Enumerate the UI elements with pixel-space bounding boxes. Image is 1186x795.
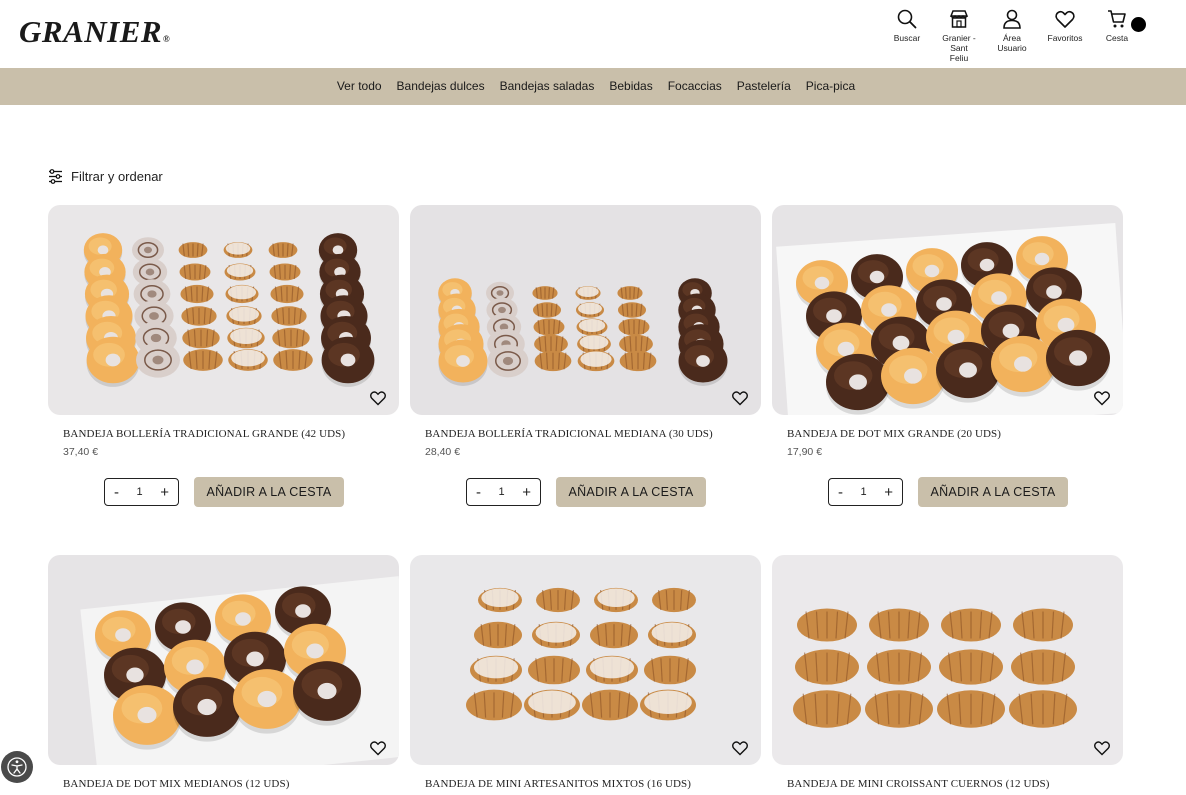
favorites-button[interactable]: Favoritos	[1038, 8, 1092, 43]
product-name[interactable]: BANDEJA DE DOT MIX MEDIANOS (12 UDS)	[63, 778, 399, 790]
category-nav: Ver todo Bandejas dulces Bandejas salada…	[0, 68, 1186, 105]
accessibility-button[interactable]	[1, 751, 33, 783]
favorite-heart-icon[interactable]	[731, 389, 749, 407]
user-icon	[1003, 9, 1021, 29]
add-to-cart-button[interactable]: AÑADIR A LA CESTA	[194, 477, 344, 507]
cart-count-badge	[1131, 17, 1146, 32]
product-price: 17,90 €	[787, 446, 823, 458]
filter-sort-label: Filtrar y ordenar	[71, 169, 163, 184]
search-label: Buscar	[893, 33, 921, 43]
pastry-tray-photo	[466, 587, 696, 721]
add-to-cart-button[interactable]: AÑADIR A LA CESTA	[556, 477, 706, 507]
product-card[interactable]: BANDEJA DE DOT MIX GRANDE (20 UDS) 17,90…	[772, 205, 1123, 507]
filter-icon	[49, 169, 62, 184]
product-card[interactable]: BANDEJA DE MINI CROISSANT CUERNOS (12 UD…	[772, 555, 1123, 790]
user-area-label: Área Usuario	[997, 33, 1027, 53]
search-button[interactable]: Buscar	[880, 8, 934, 43]
heart-icon	[1055, 10, 1075, 28]
category-ver-todo[interactable]: Ver todo	[337, 79, 382, 93]
increase-qty-button[interactable]: +	[522, 484, 531, 501]
favorite-heart-icon[interactable]	[1093, 389, 1111, 407]
donut-tray-photo	[80, 576, 399, 765]
pastry-tray-photo	[438, 278, 728, 386]
category-pasteleria[interactable]: Pastelería	[737, 79, 791, 93]
product-name[interactable]: BANDEJA DE MINI CROISSANT CUERNOS (12 UD…	[787, 778, 1123, 790]
favorite-heart-icon[interactable]	[369, 389, 387, 407]
filter-sort-button[interactable]: Filtrar y ordenar	[48, 169, 163, 184]
store-icon	[949, 10, 969, 28]
category-bebidas[interactable]: Bebidas	[609, 79, 652, 93]
product-image[interactable]	[48, 205, 399, 415]
site-header: GRANIER® Buscar Granier - Sant Feliu Áre…	[0, 0, 1186, 68]
category-focaccias[interactable]: Focaccias	[668, 79, 722, 93]
product-card[interactable]: BANDEJA DE MINI ARTESANITOS MIXTOS (16 U…	[410, 555, 761, 790]
decrease-qty-button[interactable]: -	[114, 484, 119, 501]
store-button[interactable]: Granier - Sant Feliu	[932, 8, 986, 63]
category-bandejas-saladas[interactable]: Bandejas saladas	[500, 79, 595, 93]
quantity-stepper: - 1 +	[828, 478, 903, 506]
product-card[interactable]: BANDEJA BOLLERÍA TRADICIONAL MEDIANA (30…	[410, 205, 761, 507]
product-image[interactable]	[410, 555, 761, 765]
product-name[interactable]: BANDEJA BOLLERÍA TRADICIONAL MEDIANA (30…	[425, 428, 761, 440]
search-icon	[897, 9, 917, 29]
pastry-tray-photo	[83, 233, 375, 387]
product-card[interactable]: BANDEJA DE DOT MIX MEDIANOS (12 UDS)	[48, 555, 399, 790]
decrease-qty-button[interactable]: -	[476, 484, 481, 501]
product-name[interactable]: BANDEJA DE DOT MIX GRANDE (20 UDS)	[787, 428, 1123, 440]
favorites-label: Favoritos	[1047, 33, 1083, 43]
product-image[interactable]	[48, 555, 399, 765]
quantity-value[interactable]: 1	[137, 486, 143, 498]
product-image[interactable]	[410, 205, 761, 415]
add-to-cart-row: - 1 + AÑADIR A LA CESTA	[466, 477, 706, 507]
product-price: 28,40 €	[425, 446, 461, 458]
favorite-heart-icon[interactable]	[1093, 739, 1111, 757]
add-to-cart-row: - 1 + AÑADIR A LA CESTA	[104, 477, 344, 507]
product-price: 37,40 €	[63, 446, 99, 458]
product-name[interactable]: BANDEJA DE MINI ARTESANITOS MIXTOS (16 U…	[425, 778, 761, 790]
product-card[interactable]: BANDEJA BOLLERÍA TRADICIONAL GRANDE (42 …	[48, 205, 399, 507]
quantity-stepper: - 1 +	[104, 478, 179, 506]
cart-icon	[1108, 10, 1126, 28]
croissant-tray-photo	[793, 608, 1077, 728]
increase-qty-button[interactable]: +	[884, 484, 893, 501]
product-name[interactable]: BANDEJA BOLLERÍA TRADICIONAL GRANDE (42 …	[63, 428, 399, 440]
add-to-cart-row: - 1 + AÑADIR A LA CESTA	[828, 477, 1068, 507]
quantity-stepper: - 1 +	[466, 478, 541, 506]
category-pica-pica[interactable]: Pica-pica	[806, 79, 855, 93]
donut-tray-photo	[776, 223, 1123, 415]
quantity-value[interactable]: 1	[499, 486, 505, 498]
decrease-qty-button[interactable]: -	[838, 484, 843, 501]
category-bandejas-dulces[interactable]: Bandejas dulces	[397, 79, 485, 93]
quantity-value[interactable]: 1	[861, 486, 867, 498]
product-image[interactable]	[772, 555, 1123, 765]
cart-label: Cesta	[1105, 33, 1129, 43]
granier-logo[interactable]: GRANIER®	[19, 14, 170, 50]
favorite-heart-icon[interactable]	[731, 739, 749, 757]
product-image[interactable]	[772, 205, 1123, 415]
user-area-button[interactable]: Área Usuario	[985, 8, 1039, 53]
add-to-cart-button[interactable]: AÑADIR A LA CESTA	[918, 477, 1068, 507]
favorite-heart-icon[interactable]	[369, 739, 387, 757]
store-label: Granier - Sant Feliu	[942, 33, 976, 63]
increase-qty-button[interactable]: +	[160, 484, 169, 501]
accessibility-icon	[7, 757, 27, 777]
